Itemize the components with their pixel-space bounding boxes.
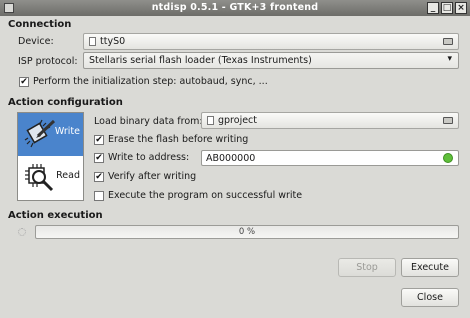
action-mode-list: Write Read bbox=[17, 112, 84, 201]
minimize-icon[interactable]: _ bbox=[427, 2, 439, 14]
write-address-input[interactable]: AB000000 bbox=[201, 150, 459, 166]
valid-status-icon bbox=[443, 153, 453, 163]
folder-icon bbox=[443, 38, 453, 45]
stop-button[interactable]: Stop bbox=[338, 258, 396, 277]
mode-write-label: Write bbox=[54, 126, 80, 137]
write-address-value: AB000000 bbox=[206, 153, 256, 164]
init-step-label: Perform the initialization step: autobau… bbox=[33, 76, 268, 87]
isp-protocol-select[interactable]: Stellaris serial flash loader (Texas Ins… bbox=[83, 52, 459, 69]
verify-checkbox[interactable] bbox=[94, 172, 104, 182]
action-config-heading: Action configuration bbox=[8, 97, 123, 108]
chevron-down-icon: ▾ bbox=[447, 54, 452, 64]
chip-read-icon bbox=[25, 164, 54, 192]
write-address-label: Write to address: bbox=[108, 152, 190, 163]
window-title: ntdisp 0.5.1 - GTK+3 frontend bbox=[151, 2, 319, 13]
device-file-chooser[interactable]: ttyS0 bbox=[83, 33, 459, 50]
device-value: ttyS0 bbox=[100, 36, 126, 47]
mode-read[interactable]: Read bbox=[18, 157, 83, 200]
execute-program-checkbox[interactable] bbox=[94, 191, 104, 201]
device-label: Device: bbox=[18, 36, 54, 47]
erase-flash-checkbox[interactable] bbox=[94, 135, 104, 145]
close-window-icon[interactable]: × bbox=[455, 2, 467, 14]
mode-write[interactable]: Write bbox=[18, 113, 83, 156]
spinner-icon bbox=[18, 228, 26, 236]
document-icon bbox=[207, 116, 214, 125]
init-step-checkbox[interactable] bbox=[19, 77, 29, 87]
maximize-icon[interactable]: □ bbox=[441, 2, 453, 14]
execute-button[interactable]: Execute bbox=[401, 258, 459, 277]
chip-write-icon bbox=[24, 119, 56, 148]
isp-protocol-label: ISP protocol: bbox=[18, 56, 78, 67]
isp-protocol-value: Stellaris serial flash loader (Texas Ins… bbox=[89, 55, 312, 66]
title-bar: ntdisp 0.5.1 - GTK+3 frontend _ □ × bbox=[0, 0, 470, 16]
document-icon bbox=[89, 37, 96, 46]
write-address-checkbox[interactable] bbox=[94, 153, 104, 163]
binary-file-value: gproject bbox=[218, 115, 258, 126]
execute-program-label: Execute the program on successful write bbox=[108, 190, 303, 201]
folder-icon bbox=[443, 117, 453, 124]
load-binary-label: Load binary data from: bbox=[94, 116, 203, 127]
connection-heading: Connection bbox=[8, 19, 72, 30]
action-execution-heading: Action execution bbox=[8, 210, 103, 221]
binary-file-chooser[interactable]: gproject bbox=[201, 112, 459, 129]
verify-label: Verify after writing bbox=[108, 171, 197, 182]
erase-flash-label: Erase the flash before writing bbox=[108, 134, 249, 145]
progress-bar: 0 % bbox=[35, 225, 459, 239]
progress-text: 0 % bbox=[238, 227, 256, 237]
mode-read-label: Read bbox=[56, 170, 80, 181]
close-button[interactable]: Close bbox=[401, 288, 459, 307]
